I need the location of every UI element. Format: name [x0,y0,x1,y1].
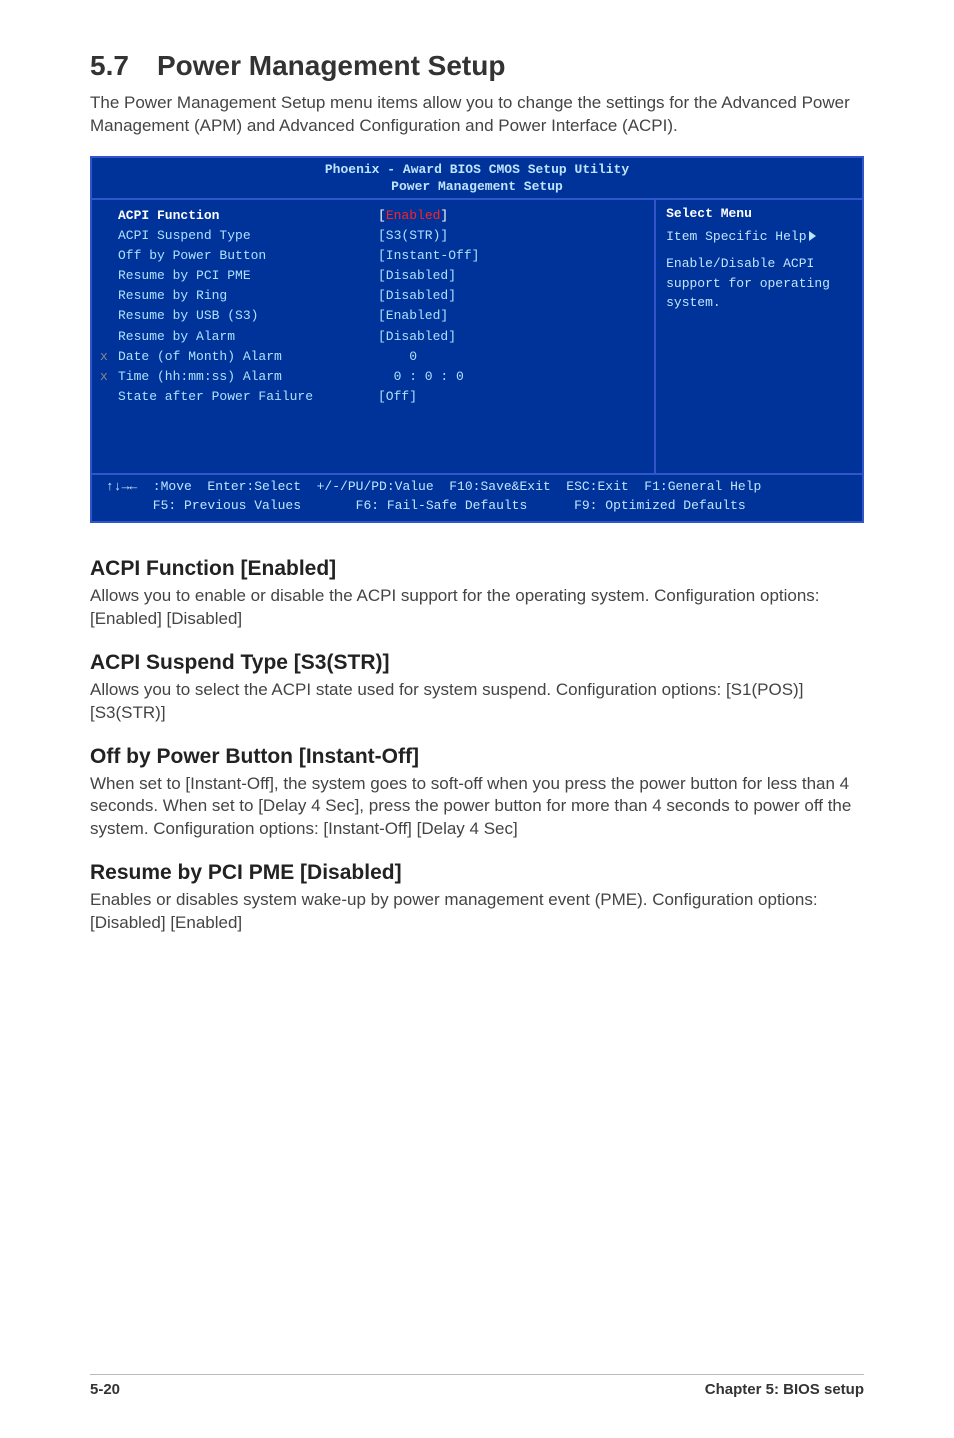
bios-row-x [100,306,118,326]
bios-row-value: 0 [378,347,646,367]
bios-screenshot: Phoenix - Award BIOS CMOS Setup Utility … [90,156,864,523]
section-heading: 5.7 Power Management Setup [90,50,864,82]
bios-row-x [100,286,118,306]
bios-row-x [100,226,118,246]
page-number: 5-20 [90,1381,120,1398]
bios-row: Resume by Ring[Disabled] [100,286,646,306]
bios-row-value: [Disabled] [378,327,646,347]
subsection-heading: Resume by PCI PME [Disabled] [90,861,864,885]
subsection-heading: ACPI Suspend Type [S3(STR)] [90,651,864,675]
bios-row: State after Power Failure[Off] [100,387,646,407]
bios-footer: ↑↓→← :Move Enter:Select +/-/PU/PD:Value … [92,475,862,521]
bios-header-line1: Phoenix - Award BIOS CMOS Setup Utility [92,162,862,179]
bios-row-value: [Off] [378,387,646,407]
bios-header-line2: Power Management Setup [92,179,862,196]
bios-row-x [100,327,118,347]
bios-row-value: 0 : 0 : 0 [378,367,646,387]
bios-row-label: Resume by USB (S3) [118,306,378,326]
intro-paragraph: The Power Management Setup menu items al… [90,92,864,138]
bios-row-label: State after Power Failure [118,387,378,407]
bios-footer-line1: ↑↓→← :Move Enter:Select +/-/PU/PD:Value … [106,478,852,497]
bios-row: Off by Power Button[Instant-Off] [100,246,646,266]
bios-row-x [100,246,118,266]
bios-item-help-label: Item Specific Help [666,227,856,247]
chapter-label: Chapter 5: BIOS setup [705,1381,864,1398]
section-title-text: Power Management Setup [157,50,506,81]
bios-row-label: Resume by Ring [118,286,378,306]
bios-row-value: [Enabled] [378,206,646,226]
bios-row: ACPI Suspend Type[S3(STR)] [100,226,646,246]
subsection-heading: Off by Power Button [Instant-Off] [90,745,864,769]
bios-row: xTime (hh:mm:ss) Alarm 0 : 0 : 0 [100,367,646,387]
bios-row-label: Date (of Month) Alarm [118,347,378,367]
bios-right-pane: Select Menu Item Specific Help Enable/Di… [654,200,862,473]
bios-row-label: Time (hh:mm:ss) Alarm [118,367,378,387]
bios-footer-line2: F5: Previous Values F6: Fail-Safe Defaul… [106,497,852,516]
arrow-right-icon [807,229,816,244]
bios-row-x: x [100,347,118,367]
section-number: 5.7 [90,50,129,81]
bios-body: ACPI Function[Enabled]ACPI Suspend Type[… [92,198,862,475]
subsection-body: Allows you to enable or disable the ACPI… [90,585,864,631]
bios-row-x [100,387,118,407]
subsection-body: Allows you to select the ACPI state used… [90,679,864,725]
bios-row-label: ACPI Suspend Type [118,226,378,246]
bios-row-label: ACPI Function [118,206,378,226]
bios-row-label: Off by Power Button [118,246,378,266]
bios-row: Resume by USB (S3)[Enabled] [100,306,646,326]
subsection-body: When set to [Instant-Off], the system go… [90,773,864,842]
bios-select-menu: Select Menu [666,206,856,221]
page-footer: 5-20 Chapter 5: BIOS setup [90,1374,864,1398]
bios-row-label: Resume by PCI PME [118,266,378,286]
bios-left-pane: ACPI Function[Enabled]ACPI Suspend Type[… [92,200,654,473]
bios-row-value: [Instant-Off] [378,246,646,266]
bios-row-x [100,206,118,226]
bios-row-value: [S3(STR)] [378,226,646,246]
bios-row-x: x [100,367,118,387]
bios-row: Resume by Alarm[Disabled] [100,327,646,347]
subsection-body: Enables or disables system wake-up by po… [90,889,864,935]
bios-row: xDate (of Month) Alarm 0 [100,347,646,367]
bios-row-label: Resume by Alarm [118,327,378,347]
bios-row: ACPI Function[Enabled] [100,206,646,226]
bios-row: Resume by PCI PME[Disabled] [100,266,646,286]
bios-row-value: [Disabled] [378,266,646,286]
subsection-heading: ACPI Function [Enabled] [90,557,864,581]
bios-row-x [100,266,118,286]
bios-row-value: [Enabled] [378,306,646,326]
bios-header: Phoenix - Award BIOS CMOS Setup Utility … [92,158,862,198]
bios-help-text: Enable/Disable ACPI support for operatin… [666,254,856,313]
bios-row-value: [Disabled] [378,286,646,306]
